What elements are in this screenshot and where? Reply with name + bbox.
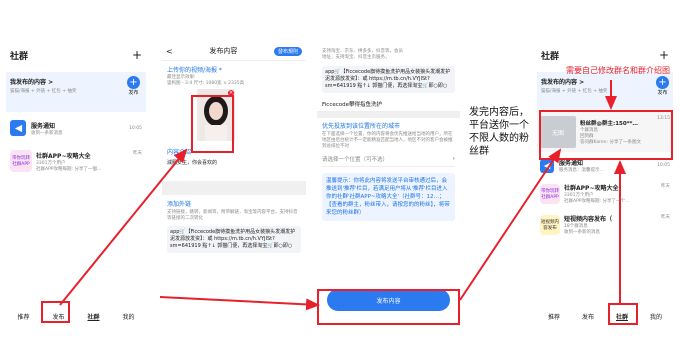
phone-screen-4: 社群 + 我发布的内容 > 猫猫/海报 + 外链 + 红包 + 抽奖 + 发布 … [537, 44, 673, 325]
plus-circle-icon: + [656, 76, 669, 89]
publish-shortcut[interactable]: + 发布 [656, 76, 669, 96]
my-published-title: 我发布的内容 > [10, 79, 54, 86]
position-select-value: 请选择一个位置（可不选） [322, 157, 389, 163]
group-avatar: 带你玩转社群APP [10, 150, 32, 172]
upload-hint: 竖构图 - 3:4 尺寸: 1080宽 × 2335高 [167, 81, 245, 86]
group-avatar: 短视频内容发布 [540, 214, 560, 235]
list-item-time: 10:05 [129, 125, 142, 131]
tab-mine[interactable]: 我的 [650, 312, 662, 321]
phone-screen-3: 支持淘宝、京东、拼多多、抖音等，会员 地址，支持淘宝、抖音主页服务， app🛒【… [317, 44, 460, 325]
publish-shortcut-label: 发布 [128, 90, 139, 96]
list-item-sub: 服务消息：温馨提示… [559, 168, 604, 173]
highlight-upload-photo [191, 95, 234, 153]
scrolled-hint: 地址，支持淘宝、抖音主页服务， [322, 55, 390, 60]
position-select[interactable]: 请选择一个位置（可不选） › [322, 155, 455, 167]
tab-mine[interactable]: 我的 [122, 312, 134, 321]
list-item-time: 昨天 [661, 215, 670, 220]
list-item-sub: 社群APP攻略每期: 分享了一个… [564, 199, 630, 204]
header-title: 发布内容 [209, 47, 238, 55]
tab-recommend[interactable]: 推荐 [17, 312, 29, 321]
notification-icon [540, 158, 554, 173]
publish-shortcut-label: 发布 [657, 90, 668, 96]
tab-recommend[interactable]: 推荐 [548, 312, 560, 321]
page-title: 社群 [541, 51, 560, 62]
my-published-card[interactable]: 我发布的内容 > 猫猫/海报 + 外链 + 红包 + 抽奖 + 发布 [537, 72, 673, 108]
position-title: 优先投放到该位置所在的城市 [322, 123, 401, 130]
plus-circle-icon: + [127, 76, 140, 89]
tab-publish[interactable]: 发布 [582, 312, 594, 321]
page-title: 社群 [10, 51, 29, 62]
annotation-note: 发完内容后，平台送你一个不限人数的粉丝群 [469, 107, 529, 157]
group-avatar: 带你玩转社群APP [540, 183, 560, 204]
list-item-title: 服务通知 [31, 122, 56, 130]
notification-icon [10, 120, 26, 136]
add-icon[interactable]: + [659, 48, 669, 62]
product-brand: Ficcecode攀得指鱼洗护 [317, 97, 460, 112]
upload-title: 上传你的视频/海报 * [167, 67, 222, 74]
bottom-tab-bar: 推荐 发布 社群 我的 [6, 312, 146, 321]
list-item-sub: 收到一条新消息 [31, 130, 63, 136]
link-input[interactable]: app🛒【Ficcecode旗待摸鱼洗护用品女装狼头发潮发护泥发源放发资】：或 … [322, 66, 455, 93]
list-item-group[interactable]: 带你玩转社群APP 社群APP~攻略大全 3301万个用户 社群APP攻略每期:… [537, 177, 673, 208]
intro-input[interactable]: 減肥女生，你会喜欢的 [167, 159, 301, 179]
my-published-sub: 猫猫/海报 + 外链 + 红包 + 抽奖 [541, 89, 608, 94]
bottom-tab-bar: 推荐 发布 社群 我的 [537, 312, 673, 321]
list-item-group[interactable]: 带你玩转社群APP 社群APP~攻略大全 3301万个用户 社群APP攻略每期:… [6, 140, 146, 176]
highlight-publish-button [317, 289, 460, 325]
publish-shortcut[interactable]: + 发布 [127, 76, 140, 96]
intro-title: 内容介绍 [167, 149, 192, 156]
list-item-title: 社群APP~攻略大全 [36, 152, 91, 160]
phone-screen-2: < 发布内容 發布規則 上传你的视频/海报 * 最佳显示效果: 竖构图 - 3:… [162, 42, 306, 328]
list-item-title: 短视频内容发布（ [564, 216, 613, 223]
highlight-publish-tab [41, 301, 70, 323]
tip-box: 温馨提示：你将此内容将发送平台审核通过后，会推送到'推荐'栏目，若满足用户将从'… [322, 173, 455, 221]
list-item-sub: 社群APP攻略每期: 分享了一個… [36, 166, 102, 172]
position-hint: 在下面选择一个位置，你的内容将会优先推送给当地的用户，所在地区由后台统计不一定能… [322, 132, 453, 149]
link-hint: 支持链接，跳转，新闻等，附带解链，淘宝等内容平台，支持抖音等链接的二次转化 [167, 210, 298, 221]
annotation-note-red: 需要自己修改群名和群介绍图 [566, 66, 670, 75]
highlight-community-tab [608, 303, 638, 325]
phone-screen-1: 社群 + 我发布的内容 > 猫猫/海报 + 外链 + 红包 + 抽奖 + 发布 … [6, 44, 146, 325]
highlight-fan-group [539, 110, 673, 160]
tab-community[interactable]: 社群 [87, 312, 99, 321]
list-item-notice[interactable]: 服务通知 收到一条新消息 10:05 [6, 112, 146, 140]
link-input[interactable]: app🛒【Ficcecode旗待摸鱼洗护用品女装狼头发潮发护泥发源放发资】：或 … [167, 226, 301, 253]
list-item-group[interactable]: 短视频内容发布 短视频内容发布（ 18个群消息 收到一条新的消息 昨天 [537, 208, 673, 239]
add-icon[interactable]: + [132, 48, 142, 62]
my-published-card[interactable]: 我发布的内容 > 猫猫/海报 + 外链 + 红包 + 抽奖 + 发布 [6, 72, 146, 112]
chevron-right-icon: › [452, 156, 455, 162]
list-item-time: 昨天 [133, 151, 142, 156]
back-icon[interactable]: < [166, 47, 173, 56]
my-published-title: 我发布的内容 > [541, 79, 585, 86]
list-item-title: 社群APP~攻略大全 [564, 185, 619, 192]
link-title: 添加外链 [167, 201, 192, 208]
list-item-time: 昨天 [661, 184, 670, 189]
publish-rules-button[interactable]: 發布規則 [273, 46, 302, 56]
list-item-sub: 收到一条新的消息 [564, 230, 600, 235]
my-published-sub: 猫猫/海报 + 外链 + 红包 + 抽奖 [10, 89, 77, 94]
list-item-time: 10:05 [657, 163, 670, 168]
